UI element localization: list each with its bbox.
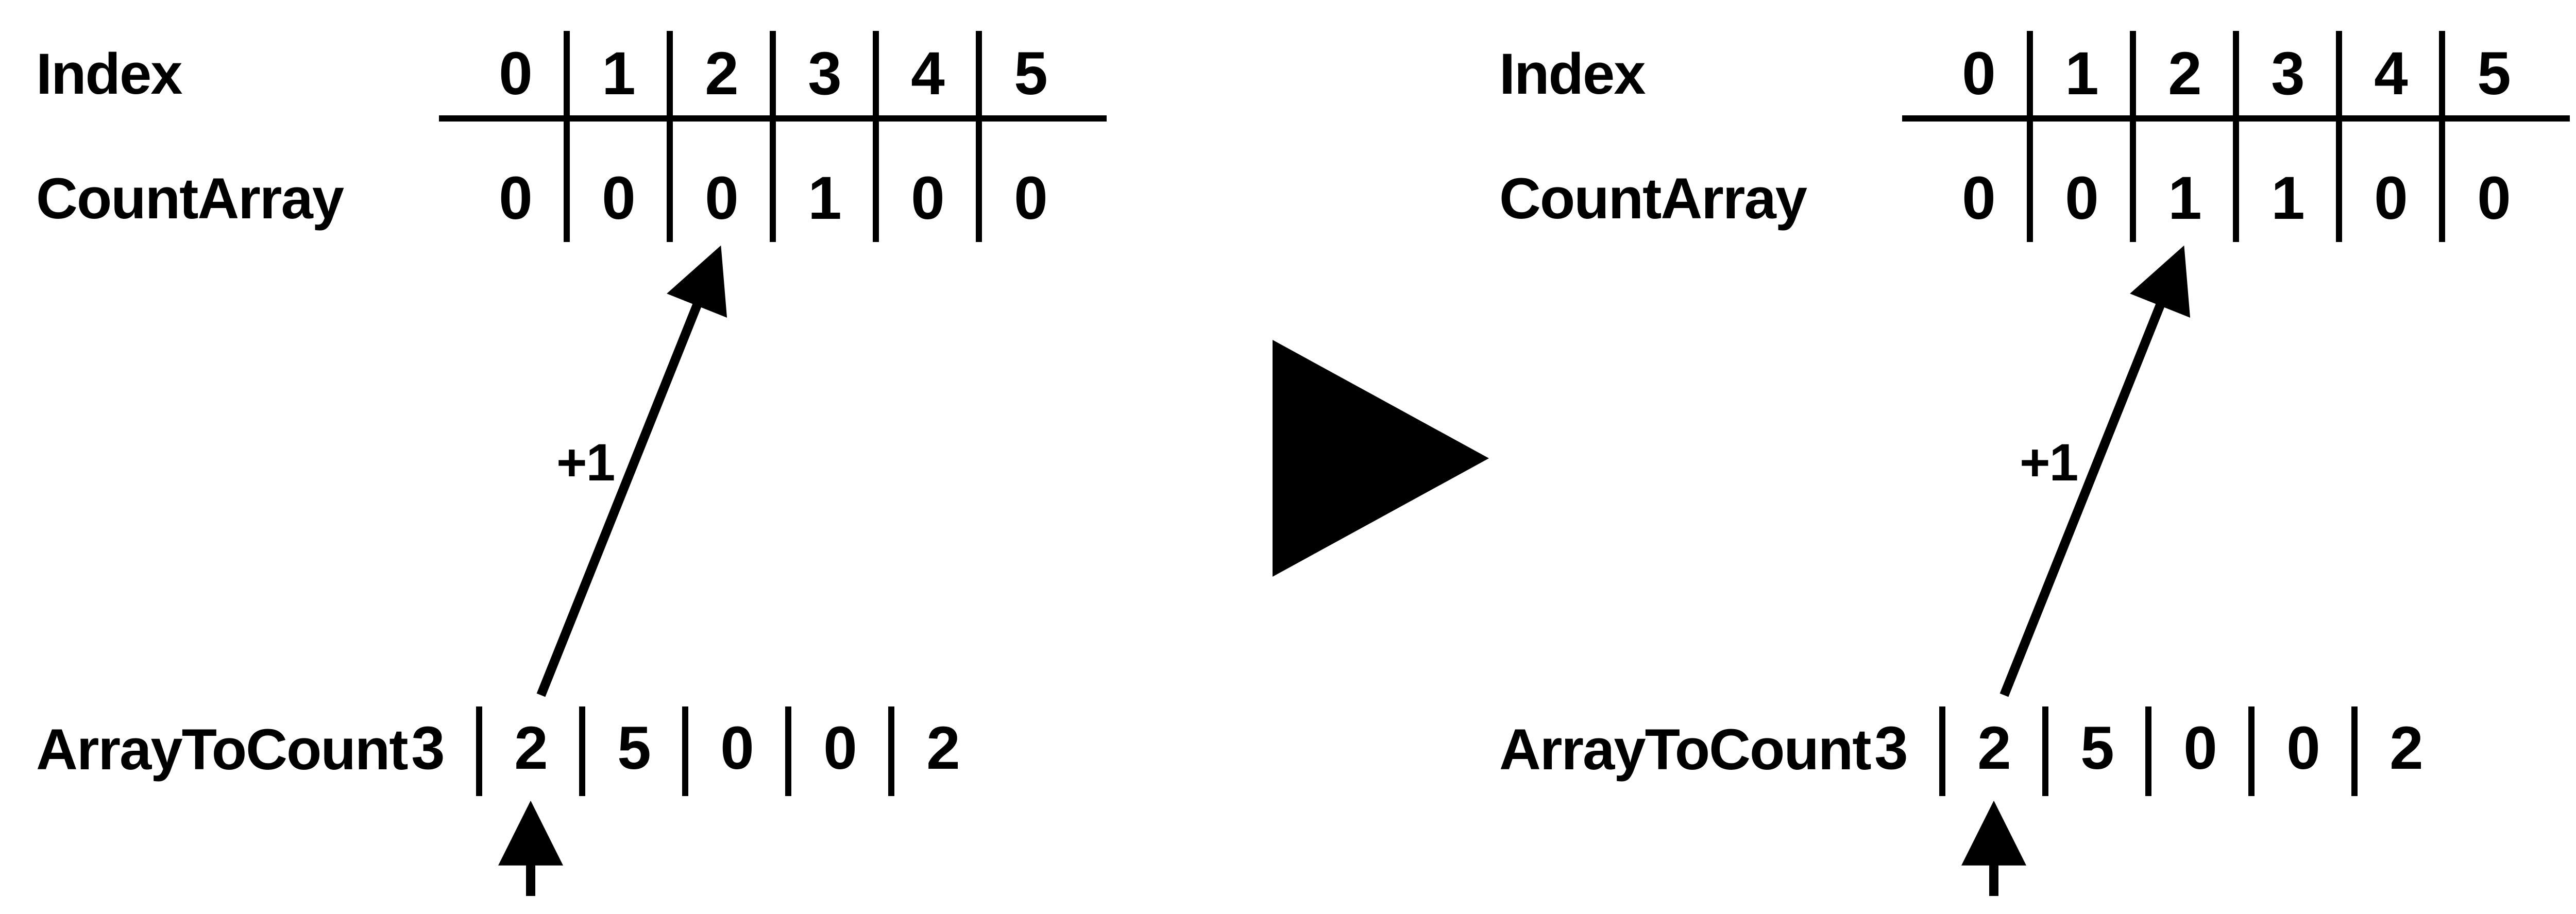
index-cell: 5 (979, 36, 1082, 113)
label-index: Index (36, 45, 182, 103)
label-index: Index (1499, 45, 1645, 103)
array-to-count-row: 3 2 5 0 0 2 (376, 711, 994, 788)
index-cell: 3 (773, 36, 876, 113)
source-cell: 2 (891, 711, 994, 788)
index-cell: 4 (2339, 36, 2442, 113)
count-cell: 0 (464, 161, 567, 238)
index-row: 0 1 2 3 4 5 (464, 36, 1082, 113)
count-cell: 0 (2442, 161, 2545, 238)
index-cell: 5 (2442, 36, 2545, 113)
source-cell: 2 (2354, 711, 2458, 788)
count-cell: 1 (2236, 161, 2339, 238)
count-cell: 0 (979, 161, 1082, 238)
transition-arrow-icon (1273, 340, 1499, 577)
index-cell: 1 (567, 36, 670, 113)
source-cell: 3 (1839, 711, 1942, 788)
plus-one-annotation: +1 (556, 433, 614, 493)
plus-one-annotation: +1 (2020, 433, 2077, 493)
label-count-array: CountArray (1499, 170, 1806, 228)
source-cell: 3 (376, 711, 479, 788)
panel-before: Index CountArray ArrayToCount 0 1 2 3 4 … (36, 0, 1273, 914)
index-cell: 2 (2133, 36, 2236, 113)
source-cell: 0 (2251, 711, 2354, 788)
index-row: 0 1 2 3 4 5 (1927, 36, 2545, 113)
top-arrays: 0 1 2 3 4 5 0 0 1 1 0 0 (1927, 36, 2545, 238)
count-array-row: 0 0 0 1 0 0 (464, 161, 1082, 238)
index-cell: 3 (2236, 36, 2339, 113)
source-cell: 0 (2148, 711, 2251, 788)
top-arrays: 0 1 2 3 4 5 0 0 0 1 0 0 (464, 36, 1082, 238)
index-cell: 1 (2030, 36, 2133, 113)
count-cell: 1 (2133, 161, 2236, 238)
count-cell: 0 (1927, 161, 2030, 238)
index-cell: 4 (876, 36, 979, 113)
array-to-count-row: 3 2 5 0 0 2 (1839, 711, 2458, 788)
source-cell: 5 (2045, 711, 2148, 788)
count-cell: 0 (567, 161, 670, 238)
panel-after: Index CountArray ArrayToCount 0 1 2 3 4 … (1499, 0, 2576, 914)
index-cell: 2 (670, 36, 773, 113)
count-cell: 0 (876, 161, 979, 238)
source-cell: 2 (1942, 711, 2045, 788)
index-cell: 0 (464, 36, 567, 113)
label-count-array: CountArray (36, 170, 343, 228)
count-cell: 0 (2030, 161, 2133, 238)
count-cell: 0 (2339, 161, 2442, 238)
count-cell: 0 (670, 161, 773, 238)
count-cell: 1 (773, 161, 876, 238)
counting-sort-step-diagram: Index CountArray ArrayToCount 0 1 2 3 4 … (0, 0, 2576, 914)
source-cell: 0 (788, 711, 891, 788)
source-cell: 0 (685, 711, 788, 788)
index-cell: 0 (1927, 36, 2030, 113)
source-cell: 2 (479, 711, 582, 788)
count-array-row: 0 0 1 1 0 0 (1927, 161, 2545, 238)
label-array-to-count: ArrayToCount (1499, 721, 1871, 779)
source-cell: 5 (582, 711, 685, 788)
label-array-to-count: ArrayToCount (36, 721, 408, 779)
